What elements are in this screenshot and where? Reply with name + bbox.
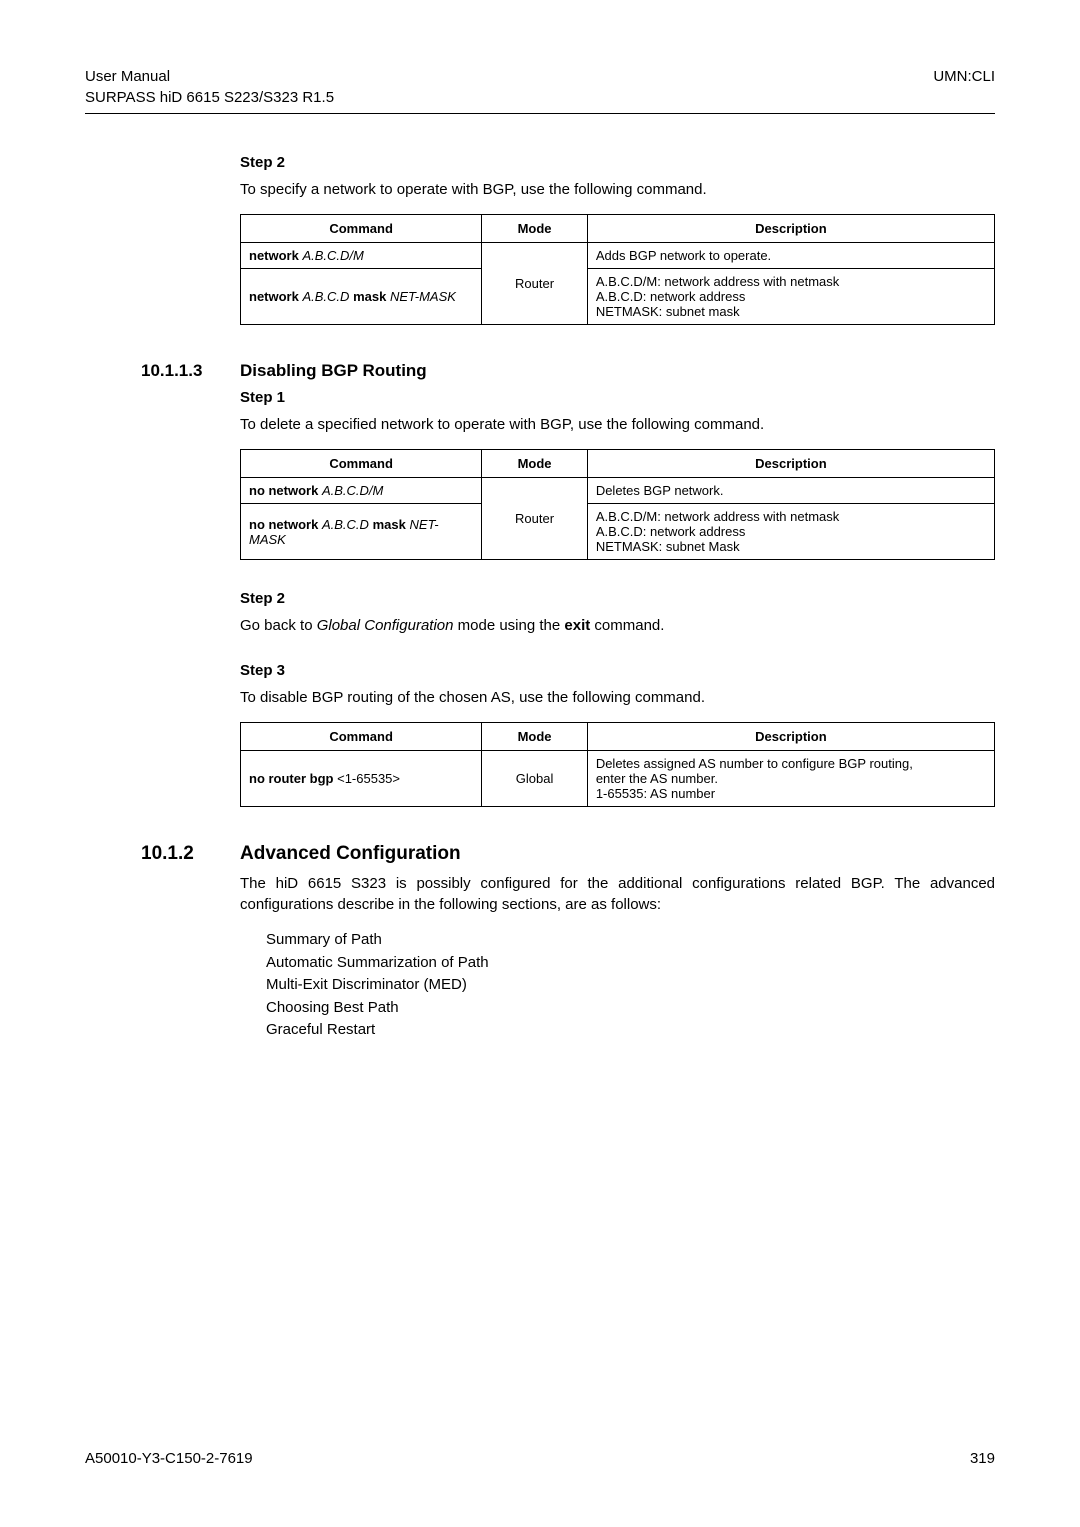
header-right: UMN:CLI [933,66,995,108]
text-frag: command. [590,617,664,634]
mode-cell: Router [482,243,588,325]
section-title: Advanced Configuration [240,843,461,865]
desc-line: NETMASK: subnet Mask [596,539,986,554]
th-command: Command [241,450,482,478]
list-item: Summary of Path [266,929,995,952]
manual-title: User Manual [85,66,334,87]
text-frag: Go back to [240,617,317,634]
table-disable-bgp: Command Mode Description no router bgp <… [240,722,995,807]
step1-heading: Step 1 [240,389,995,406]
header-left: User Manual SURPASS hiD 6615 S223/S323 R… [85,66,334,108]
desc-line: A.B.C.D: network address [596,524,986,539]
th-mode: Mode [482,450,588,478]
desc-line: enter the AS number. [596,771,986,786]
th-description: Description [587,723,994,751]
th-command: Command [241,215,482,243]
cmd-arg: A.B.C.D/M [302,248,363,263]
cmd-arg: A.B.C.D [322,517,369,532]
desc-line: Deletes assigned AS number to configure … [596,756,986,771]
cmd-cell: no router bgp <1-65535> [241,751,482,807]
desc-line: A.B.C.D/M: network address with netmask [596,274,986,289]
desc-line: NETMASK: subnet mask [596,304,986,319]
text-italic: Global Configuration [317,617,454,634]
cmd-keyword: network [249,248,299,263]
cmd-keyword: no network [249,483,318,498]
desc-cell: Adds BGP network to operate. [587,243,994,269]
th-description: Description [587,215,994,243]
cmd-keyword: mask [373,517,406,532]
desc-cell: Deletes assigned AS number to configure … [587,751,994,807]
mode-cell: Global [482,751,588,807]
table-network-add: Command Mode Description network A.B.C.D… [240,214,995,325]
desc-cell: Deletes BGP network. [587,478,994,504]
desc-line: A.B.C.D: network address [596,289,986,304]
advanced-config-paragraph: The hiD 6615 S323 is possibly configured… [240,873,995,915]
step2b-heading: Step 2 [240,590,995,607]
cmd-cell: no network A.B.C.D/M [241,478,482,504]
header-divider [85,113,995,114]
th-command: Command [241,723,482,751]
cmd-keyword: no network [249,517,318,532]
step3-heading: Step 3 [240,662,995,679]
step3-paragraph: To disable BGP routing of the chosen AS,… [240,687,995,708]
page-header: User Manual SURPASS hiD 6615 S223/S323 R… [85,66,995,108]
list-item: Multi-Exit Discriminator (MED) [266,974,995,997]
page-footer: A50010-Y3-C150-2-7619 319 [85,1450,995,1467]
step2-heading: Step 2 [240,154,995,171]
section-title: Disabling BGP Routing [240,361,427,381]
cmd-arg: A.B.C.D [302,289,349,304]
list-item: Graceful Restart [266,1019,995,1042]
mode-cell: Router [482,478,588,560]
desc-cell: A.B.C.D/M: network address with netmask … [587,269,994,325]
step1-paragraph: To delete a specified network to operate… [240,414,995,435]
section-10113-row: 10.1.1.3 Disabling BGP Routing [85,361,995,381]
list-item: Automatic Summarization of Path [266,952,995,975]
cmd-keyword: mask [353,289,386,304]
text-frag: mode using the [453,617,564,634]
desc-line: 1-65535: AS number [596,786,986,801]
footer-doc-id: A50010-Y3-C150-2-7619 [85,1450,253,1467]
cmd-cell: network A.B.C.D/M [241,243,482,269]
footer-page-number: 319 [970,1450,995,1467]
cmd-cell: no network A.B.C.D mask NET-MASK [241,504,482,560]
th-mode: Mode [482,723,588,751]
cmd-arg: <1-65535> [334,771,401,786]
cmd-keyword: no router bgp [249,771,334,786]
desc-line: A.B.C.D/M: network address with netmask [596,509,986,524]
cmd-arg: A.B.C.D/M [322,483,383,498]
th-mode: Mode [482,215,588,243]
th-description: Description [587,450,994,478]
cmd-arg: NET-MASK [390,289,456,304]
cmd-keyword: network [249,289,299,304]
product-line: SURPASS hiD 6615 S223/S323 R1.5 [85,87,334,108]
section-1012-row: 10.1.2 Advanced Configuration [85,843,995,865]
cmd-cell: network A.B.C.D mask NET-MASK [241,269,482,325]
section-number: 10.1.2 [85,843,240,865]
text-bold: exit [564,617,590,634]
bullet-list: Summary of Path Automatic Summarization … [266,929,995,1042]
step2-paragraph: To specify a network to operate with BGP… [240,179,995,200]
table-network-delete: Command Mode Description no network A.B.… [240,449,995,560]
desc-cell: A.B.C.D/M: network address with netmask … [587,504,994,560]
step2b-paragraph: Go back to Global Configuration mode usi… [240,615,995,636]
section-number: 10.1.1.3 [85,361,240,381]
list-item: Choosing Best Path [266,997,995,1020]
